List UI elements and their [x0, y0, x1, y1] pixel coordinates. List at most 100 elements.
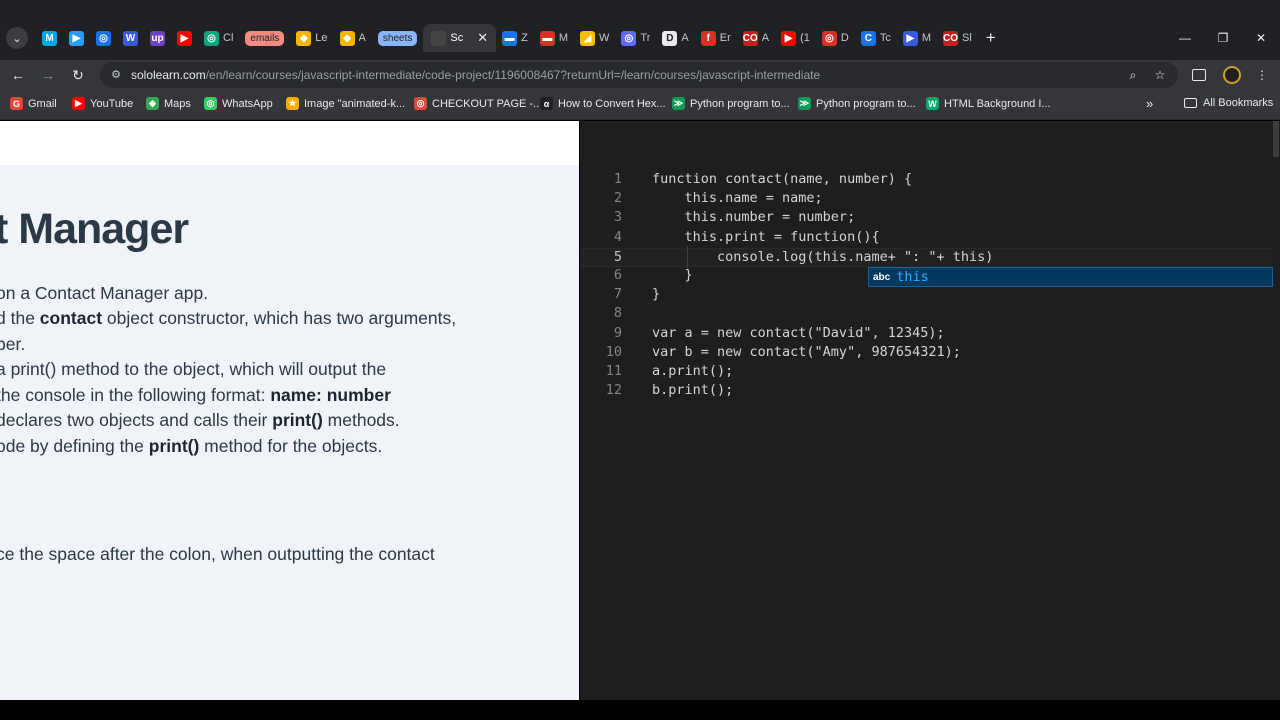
bookmark-favicon-icon: G	[10, 97, 23, 110]
editor-scrollbar[interactable]	[1272, 121, 1280, 700]
browser-tab[interactable]: C Tc	[855, 24, 897, 52]
browser-tab[interactable]: emails	[239, 24, 290, 52]
restore-icon[interactable]: ❐	[1204, 24, 1242, 52]
kebab-menu-icon[interactable]: ⋮	[1253, 66, 1271, 84]
line-number: 2	[613, 190, 622, 207]
browser-tab[interactable]: ◢ W	[574, 24, 615, 52]
browser-tab[interactable]: CO Sl	[937, 24, 978, 52]
browser-tab[interactable]: ▶ M	[897, 24, 937, 52]
tab-title: Tc	[879, 32, 891, 44]
browser-tab[interactable]: ▶	[63, 24, 90, 52]
bookmark-star-icon[interactable]: ☆	[1152, 67, 1168, 83]
lesson-text: a print() method to the object, which wi…	[0, 359, 387, 379]
browser-tab[interactable]: sheets	[372, 24, 423, 52]
code-line[interactable]: 9 var a = new contact("David", 12345);	[580, 325, 1272, 344]
lesson-text-line: the console in the following format: nam…	[0, 385, 391, 406]
browser-tab[interactable]: ◎	[90, 24, 117, 52]
side-panel-icon[interactable]	[1192, 69, 1206, 81]
tab-favicon-icon: CO	[942, 30, 958, 46]
bookmark-item[interactable]: ◎ CHECKOUT PAGE -...	[414, 97, 542, 110]
browser-tab[interactable]: ◆ Le	[290, 24, 333, 52]
browser-tab[interactable]: ◆ A	[334, 24, 372, 52]
forward-arrow-icon[interactable]: →	[38, 65, 58, 85]
browser-tab[interactable]: Sc ✕	[423, 24, 497, 52]
code-text[interactable]: function contact(name, number) {	[652, 171, 912, 187]
browser-tab[interactable]: ◎ D	[816, 24, 855, 52]
lesson-text: the console in the following format:	[0, 385, 271, 405]
browser-tab[interactable]: ◎ Cl	[198, 24, 239, 52]
browser-tab[interactable]: ▶ (1	[775, 24, 816, 52]
code-text[interactable]: a.print();	[652, 363, 733, 379]
autocomplete-suggestion[interactable]: abc this	[868, 267, 1273, 287]
code-line[interactable]: 10 var b = new contact("Amy", 987654321);	[580, 344, 1272, 363]
browser-tab[interactable]: CO A	[737, 24, 775, 52]
tab-favicon-icon: M	[42, 30, 57, 46]
code-text[interactable]: }	[652, 267, 693, 283]
bookmark-item[interactable]: ★ Image "animated-k...	[286, 97, 405, 110]
code-line[interactable]: 7}	[580, 286, 1272, 305]
reload-icon[interactable]: ↻	[68, 65, 88, 85]
bookmark-favicon-icon: ◆	[146, 97, 159, 110]
close-window-icon[interactable]: ✕	[1242, 24, 1280, 52]
code-line[interactable]: 3 this.number = number;	[580, 209, 1272, 228]
code-text[interactable]: this.number = number;	[652, 209, 856, 225]
tab-search-chevron-icon[interactable]: ⌄	[6, 27, 28, 49]
bookmark-item[interactable]: α How to Convert Hex...	[540, 97, 666, 110]
browser-tab[interactable]: ▬ M	[534, 24, 574, 52]
bookmark-item[interactable]: ≫ Python program to...	[672, 97, 790, 110]
bookmark-item[interactable]: G Gmail	[10, 97, 57, 110]
bookmarks-overflow-icon[interactable]: »	[1146, 96, 1153, 111]
browser-tab[interactable]: ◎ Tr	[615, 24, 656, 52]
bookmark-item[interactable]: ▶ YouTube	[72, 97, 133, 110]
tab-favicon-icon	[431, 30, 447, 46]
code-text[interactable]: var b = new contact("Amy", 987654321);	[652, 344, 961, 360]
tab-favicon-icon: ▶	[902, 30, 918, 46]
code-text[interactable]: console.log(this.name+ ": "+ this)	[652, 249, 993, 265]
back-arrow-icon[interactable]: ←	[8, 65, 28, 85]
bookmark-item[interactable]: ◆ Maps	[146, 97, 191, 110]
lesson-text-line: a print() method to the object, which wi…	[0, 359, 386, 380]
tab-favicon-icon: ◢	[580, 30, 596, 46]
code-text[interactable]: }	[652, 286, 660, 302]
editor-scrollbar-thumb[interactable]	[1273, 121, 1279, 157]
code-line[interactable]: 8	[580, 305, 1272, 324]
close-tab-icon[interactable]: ✕	[477, 30, 488, 46]
zoom-icon[interactable]: ⌕	[1125, 67, 1141, 83]
line-number: 8	[613, 305, 622, 322]
minimize-icon[interactable]: —	[1166, 24, 1204, 52]
bookmark-label: Python program to...	[816, 97, 916, 110]
bookmark-item[interactable]: W HTML Background I...	[926, 97, 1051, 110]
lesson-text: ber.	[0, 334, 26, 354]
bookmark-item[interactable]: ◎ WhatsApp	[204, 97, 273, 110]
browser-tab[interactable]: up	[144, 24, 171, 52]
indent-guide	[687, 246, 688, 268]
profile-avatar[interactable]	[1223, 66, 1241, 84]
bookmark-item[interactable]: ≫ Python program to...	[798, 97, 916, 110]
browser-tab[interactable]: ▬ Z	[496, 24, 534, 52]
code-text[interactable]: b.print();	[652, 382, 733, 398]
code-text[interactable]: this.name = name;	[652, 190, 823, 206]
code-text[interactable]: var a = new contact("David", 12345);	[652, 325, 945, 341]
browser-tab[interactable]: ▶	[171, 24, 198, 52]
browser-tab[interactable]: DA	[656, 24, 694, 52]
all-bookmarks-button[interactable]: All Bookmarks	[1184, 97, 1273, 109]
code-line[interactable]: 1 function contact(name, number) {	[580, 171, 1272, 190]
site-info-icon[interactable]: ⚙	[108, 67, 124, 83]
lesson-text-line: .	[0, 570, 1, 591]
code-line[interactable]: 11 a.print();	[580, 363, 1272, 382]
tab-favicon-icon: ◎	[204, 30, 219, 46]
code-line[interactable]: 12 b.print();	[580, 382, 1272, 401]
browser-tab[interactable]: f Er	[695, 24, 737, 52]
browser-tab[interactable]: M	[36, 24, 63, 52]
address-bar[interactable]: ⚙ sololearn.com/en/learn/courses/javascr…	[100, 62, 1178, 88]
code-line[interactable]: 4 this.print = function(){	[580, 229, 1272, 248]
new-tab-plus-icon[interactable]: +	[986, 28, 996, 48]
bookmarks-bar: » All Bookmarks G Gmail ▶ YouTube ◆ Maps ◎ What…	[0, 90, 1280, 120]
lesson-bold-text: print()	[272, 410, 323, 430]
code-text[interactable]: this.print = function(){	[652, 229, 880, 245]
window-controls: — ❐ ✕	[1166, 24, 1280, 52]
browser-tab[interactable]: W	[117, 24, 144, 52]
code-line[interactable]: 2 this.name = name;	[580, 190, 1272, 209]
url-text[interactable]: sololearn.com/en/learn/courses/javascrip…	[131, 68, 820, 82]
code-line[interactable]: 5 console.log(this.name+ ": "+ this)	[580, 247, 1272, 267]
